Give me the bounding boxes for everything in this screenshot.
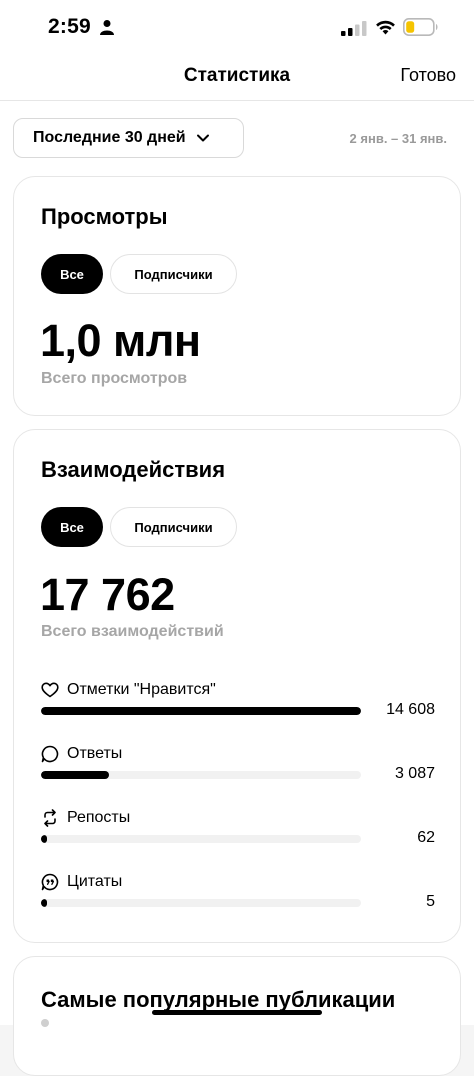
metric-quotes: Цитаты 5 xyxy=(41,873,435,923)
metric-reposts: Репосты 62 xyxy=(41,809,435,859)
metric-label: Репосты xyxy=(67,809,131,826)
top-posts-card: Самые популярные публикации xyxy=(13,956,461,1076)
metric-value: 62 xyxy=(417,829,435,846)
battery-low-icon xyxy=(403,18,438,36)
metric-value: 5 xyxy=(426,893,435,910)
reply-bubble-icon xyxy=(41,745,59,763)
views-filter-followers[interactable]: Подписчики xyxy=(110,254,237,294)
status-bar: 2:59 xyxy=(0,0,474,56)
metric-bar-fill xyxy=(41,835,47,843)
metric-bar xyxy=(41,835,361,843)
date-range-label: Последние 30 дней xyxy=(33,129,186,146)
metric-likes: Отметки "Нравится" 14 608 xyxy=(41,681,435,731)
metric-label: Цитаты xyxy=(67,873,123,890)
date-range-text: 2 янв. – 31 янв. xyxy=(349,131,447,146)
metric-bar-fill xyxy=(41,707,361,715)
views-title: Просмотры xyxy=(41,204,168,229)
status-time: 2:59 xyxy=(48,15,91,38)
wifi-icon xyxy=(376,20,395,35)
interactions-total: 17 762 xyxy=(40,569,175,620)
views-card: Просмотры Все Подписчики 1,0 млн Всего п… xyxy=(13,176,461,416)
views-total: 1,0 млн xyxy=(40,315,201,366)
interactions-total-label: Всего взаимодействий xyxy=(41,623,224,640)
interactions-card: Взаимодействия Все Подписчики 17 762 Все… xyxy=(13,429,461,943)
home-indicator[interactable] xyxy=(152,1010,322,1015)
date-range-dropdown[interactable]: Последние 30 дней xyxy=(13,118,244,158)
metric-bar-fill xyxy=(41,771,109,779)
nav-bar: Статистика Готово xyxy=(0,56,474,101)
interactions-filter-followers[interactable]: Подписчики xyxy=(110,507,237,547)
metric-label: Отметки "Нравится" xyxy=(67,681,216,698)
metric-bar xyxy=(41,899,361,907)
metric-bar xyxy=(41,771,361,779)
heart-icon xyxy=(41,682,59,698)
views-filter-all[interactable]: Все xyxy=(41,254,103,294)
views-total-label: Всего просмотров xyxy=(41,370,188,387)
scroll-hint-dot xyxy=(41,1019,49,1027)
repost-icon xyxy=(44,809,56,827)
stats-content[interactable]: Последние 30 дней 2 янв. – 31 янв. Просм… xyxy=(0,101,474,1076)
interactions-filter-all[interactable]: Все xyxy=(41,507,103,547)
chevron-down-icon xyxy=(196,134,209,142)
done-button[interactable]: Готово xyxy=(400,65,456,86)
metric-value: 14 608 xyxy=(386,701,435,718)
person-icon xyxy=(100,20,114,35)
quote-icon xyxy=(41,873,59,891)
metric-bar xyxy=(41,707,361,715)
metric-value: 3 087 xyxy=(394,765,435,782)
metric-replies: Ответы 3 087 xyxy=(41,745,435,795)
interactions-title: Взаимодействия xyxy=(41,457,226,482)
metric-bar-fill xyxy=(41,899,47,907)
metric-label: Ответы xyxy=(67,745,123,762)
cellular-signal-icon xyxy=(341,21,367,36)
